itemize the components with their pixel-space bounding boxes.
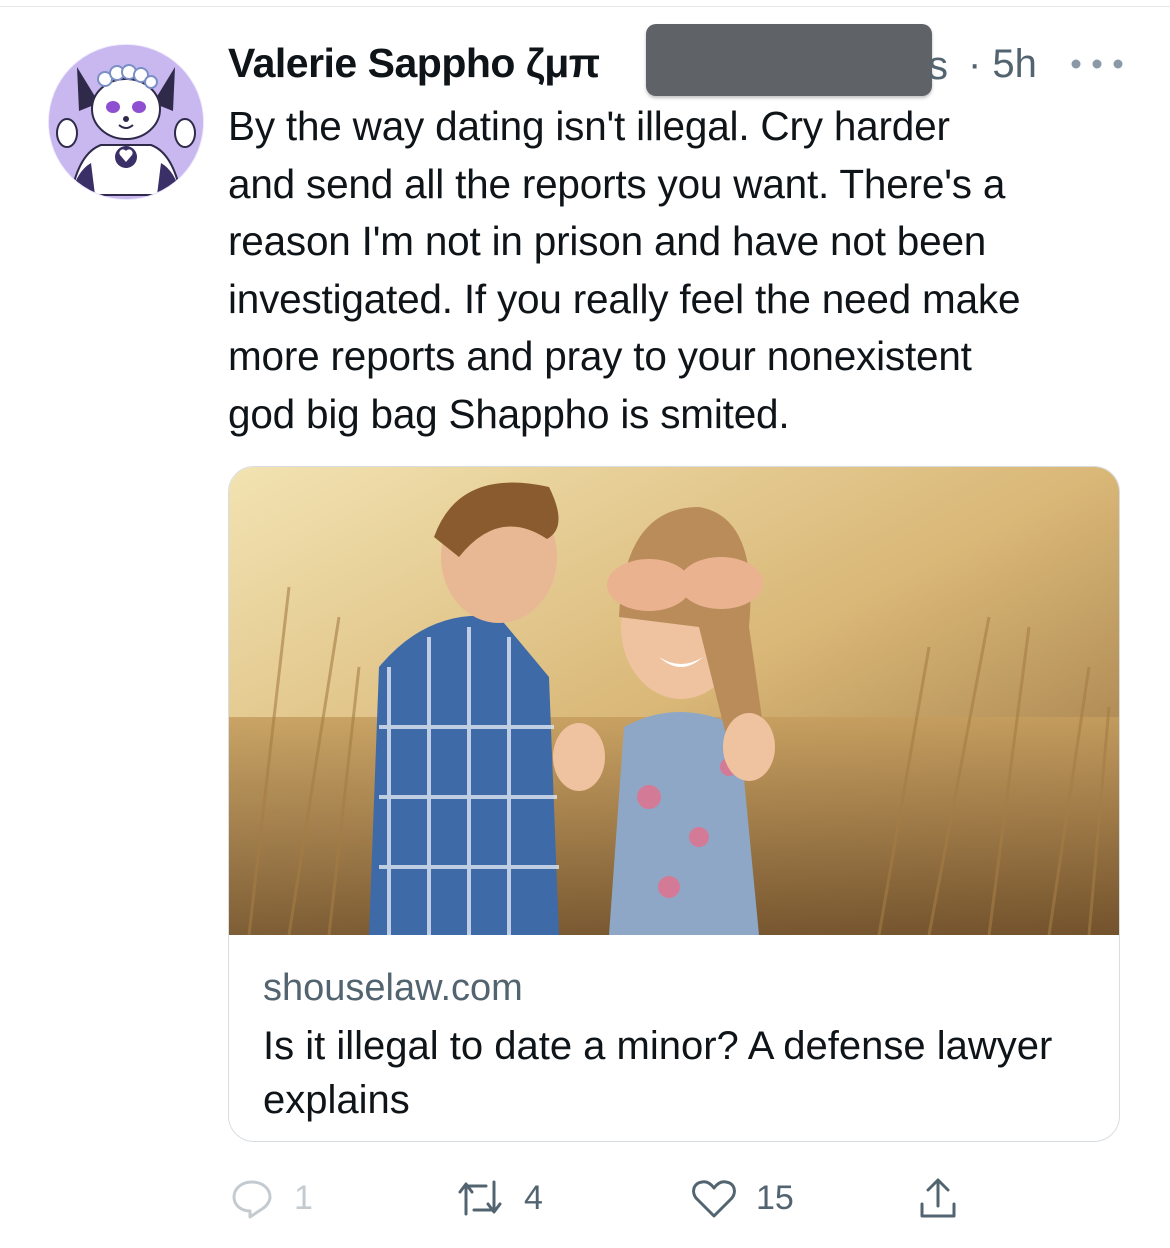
like-count: 15 [756,1178,794,1217]
more-dots-icon[interactable] [1068,54,1126,74]
display-name[interactable]: Valerie Sappho ζμπ [228,40,600,87]
heart-icon [692,1180,736,1218]
retweet-count: 4 [524,1178,543,1217]
retweet-button[interactable]: 4 [454,1170,543,1226]
retweet-icon [458,1180,502,1216]
tweet-actions: 1 4 15 [228,1170,1120,1230]
tweet-header: Valerie Sappho ζμπ s · 5h [228,24,1128,96]
redacted-handle [646,24,932,96]
fox-girl-avatar-icon [49,45,203,199]
share-icon [920,1178,956,1218]
card-title: Is it illegal to date a minor? A defense… [263,1024,1053,1122]
reply-count: 1 [294,1178,313,1217]
share-button[interactable] [914,1170,962,1226]
timestamp[interactable]: · 5h [968,42,1037,87]
top-divider [0,6,1170,7]
couple-in-wheat-field-photo [229,467,1119,935]
card-domain: shouselaw.com [263,967,523,1009]
like-button[interactable]: 15 [690,1170,794,1226]
reply-icon [232,1180,272,1219]
link-card[interactable]: shouselaw.com Is it illegal to date a mi… [228,466,1120,1142]
tweet-text: By the way dating isn't illegal. Cry har… [228,103,1021,437]
reply-button[interactable]: 1 [228,1170,313,1226]
handle-tail[interactable]: s [928,44,948,89]
avatar[interactable] [48,44,204,200]
